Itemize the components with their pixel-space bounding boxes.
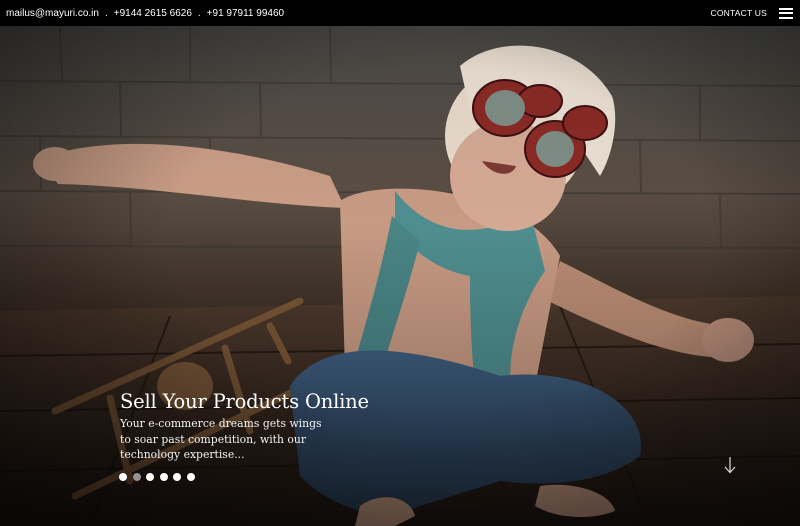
arrow-down-icon[interactable] (724, 456, 736, 474)
slide-caption: Sell Your Products Online Your e-commerc… (120, 390, 369, 463)
slider-dot[interactable] (173, 473, 181, 481)
menu-bar (779, 7, 793, 10)
slider-dot[interactable] (159, 473, 168, 481)
separator: . (197, 7, 201, 19)
contact-us-link[interactable]: CONTACT US (711, 8, 767, 18)
menu-bar (779, 16, 793, 19)
menu-bar (779, 12, 793, 14)
hero-slider: Sell Your Products Online Your e-commerc… (0, 26, 800, 526)
slider-pagination (119, 473, 200, 481)
phone-link-mobile[interactable]: +91 97911 99460 (207, 8, 284, 19)
email-link[interactable]: mailus@mayuri.co.in (6, 8, 99, 19)
slider-dot[interactable] (186, 473, 195, 481)
slider-dot[interactable] (119, 473, 127, 481)
slider-dot[interactable] (132, 473, 141, 481)
slide-description: Your e-commerce dreams gets wings to soa… (120, 417, 322, 461)
topbar-actions: CONTACT US (711, 7, 800, 19)
slide-title: Sell Your Products Online (120, 390, 369, 413)
slider-dot[interactable] (146, 473, 154, 481)
separator: . (104, 7, 108, 19)
top-bar: mailus@mayuri.co.in . +9144 2615 6626 . … (0, 0, 800, 26)
hamburger-menu-icon[interactable] (779, 7, 793, 19)
contact-info: mailus@mayuri.co.in . +9144 2615 6626 . … (0, 8, 284, 19)
phone-link-landline[interactable]: +9144 2615 6626 (114, 8, 192, 19)
